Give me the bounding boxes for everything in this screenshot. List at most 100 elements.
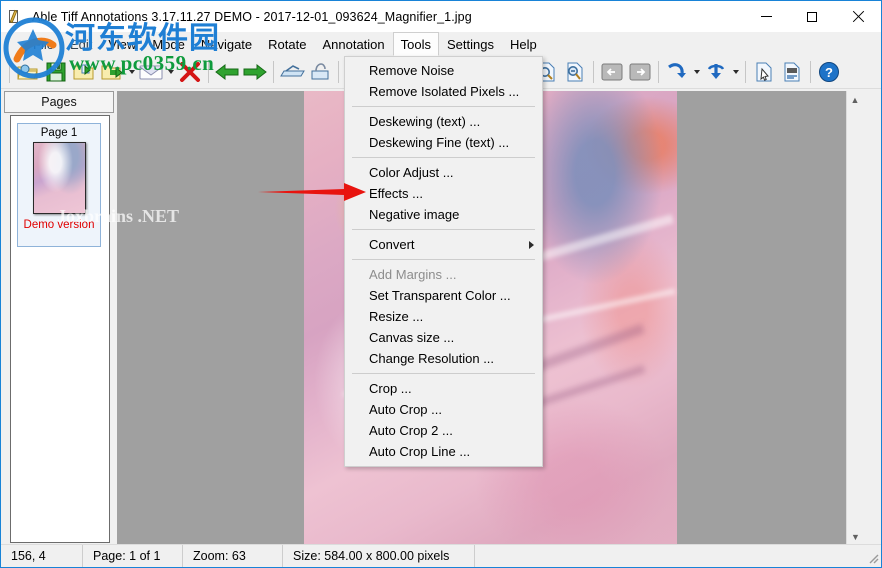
menu-view[interactable]: View [100,32,144,56]
email-dropdown-arrow[interactable] [165,58,176,86]
menu-tools[interactable]: Tools [393,32,439,56]
flip-button[interactable] [702,58,730,86]
previous-page-button[interactable] [213,58,241,86]
maximize-button[interactable] [789,1,835,32]
menu-bar: File Edit View Mode Navigate Rotate Anno… [1,32,881,56]
submenu-chevron-right-icon [529,241,534,249]
status-zoom: Zoom: 63 [183,545,283,567]
menu-item-add-margins: Add Margins ... [345,264,542,285]
open-folder-button[interactable] [70,58,98,86]
title-bar: Able Tiff Annotations 3.17.11.27 DEMO - … [1,1,881,32]
minimize-button[interactable] [743,1,789,32]
menu-item-auto-crop[interactable]: Auto Crop ... [345,399,542,420]
status-coordinates: 156, 4 [1,545,83,567]
zoom-out-page-icon [565,62,585,82]
scrollbar-track[interactable] [847,108,863,528]
nav-back-button[interactable] [598,58,626,86]
menu-item-resize[interactable]: Resize ... [345,306,542,327]
status-page: Page: 1 of 1 [83,545,183,567]
page-thumbnail-label: Page 1 [41,127,77,139]
close-button[interactable] [835,1,881,32]
save-icon [46,62,66,82]
save-button[interactable] [42,58,70,86]
menu-item-deskewing-fine-text[interactable]: Deskewing Fine (text) ... [345,132,542,153]
tiff-annotations-app-icon [9,9,25,25]
flip-dropdown-arrow[interactable] [730,58,741,86]
nav-forward-button[interactable] [626,58,654,86]
toolbar-separator [810,61,811,83]
toolbar-separator [208,61,209,83]
export-button[interactable] [98,58,126,86]
scanner-source-icon [310,62,330,82]
menu-settings[interactable]: Settings [439,32,502,56]
toolbar-separator [338,61,339,83]
next-page-button[interactable] [241,58,269,86]
demo-version-label: Demo version [24,219,95,231]
help-button[interactable]: ? [815,58,843,86]
scroll-up-icon[interactable]: ▲ [847,91,863,108]
menu-item-set-transparent-color[interactable]: Set Transparent Color ... [345,285,542,306]
page-thumbnail-image [33,142,86,214]
menu-item-convert-label: Convert [369,237,415,252]
menu-file[interactable]: File [25,32,62,56]
menu-item-deskewing-text[interactable]: Deskewing (text) ... [345,111,542,132]
delete-button[interactable] [176,58,204,86]
status-size: Size: 584.00 x 800.00 pixels [283,545,475,567]
rotate-dropdown-arrow[interactable] [691,58,702,86]
nav-forward-icon [629,62,651,82]
menu-separator [352,157,535,158]
page-thumbnail-item[interactable]: Page 1 Demo version [17,123,101,247]
nav-back-icon [601,62,623,82]
open-file-icon [17,62,39,82]
export-dropdown-arrow[interactable] [126,58,137,86]
menu-item-remove-noise[interactable]: Remove Noise [345,60,542,81]
vertical-scrollbar[interactable]: ▲ ▼ [846,91,863,545]
menu-item-change-resolution[interactable]: Change Resolution ... [345,348,542,369]
menu-item-color-adjust[interactable]: Color Adjust ... [345,162,542,183]
select-region-button[interactable] [750,58,778,86]
select-region-icon [754,62,774,82]
next-green-arrow-icon [243,62,267,82]
menu-item-negative-image[interactable]: Negative image [345,204,542,225]
window-controls [743,1,881,32]
resize-grip-icon[interactable] [865,550,879,564]
menu-item-effects[interactable]: Effects ... [345,183,542,204]
menu-item-convert[interactable]: Convert [345,234,542,255]
menu-item-crop[interactable]: Crop ... [345,378,542,399]
scroll-down-icon[interactable]: ▼ [847,528,863,545]
zoom-out-button[interactable] [561,58,589,86]
scanner-source-button[interactable] [306,58,334,86]
pages-panel-header: Pages [4,91,114,113]
rotate-right-button[interactable] [663,58,691,86]
close-icon [852,11,864,23]
ocr-button[interactable] [778,58,806,86]
menu-item-canvas-size[interactable]: Canvas size ... [345,327,542,348]
menu-edit[interactable]: Edit [62,32,100,56]
status-bar: 156, 4 Page: 1 of 1 Zoom: 63 Size: 584.0… [1,544,881,566]
menu-annotation[interactable]: Annotation [314,32,392,56]
ocr-icon [782,62,802,82]
toolbar-separator [658,61,659,83]
pages-list[interactable]: Page 1 Demo version [10,115,110,543]
menu-item-auto-crop-2[interactable]: Auto Crop 2 ... [345,420,542,441]
menu-rotate[interactable]: Rotate [260,32,314,56]
pages-panel: Pages Page 1 Demo version [4,91,114,545]
menu-item-auto-crop-line[interactable]: Auto Crop Line ... [345,441,542,462]
email-button[interactable] [137,58,165,86]
scan-icon [279,63,305,81]
menu-navigate[interactable]: Navigate [193,32,260,56]
rotate-right-icon [666,62,688,82]
menu-help[interactable]: Help [502,32,545,56]
scan-button[interactable] [278,58,306,86]
menu-item-remove-isolated-pixels[interactable]: Remove Isolated Pixels ... [345,81,542,102]
open-file-button[interactable] [14,58,42,86]
toolbar-separator [745,61,746,83]
export-icon [101,62,123,82]
help-icon: ? [818,61,840,83]
maximize-icon [807,12,817,22]
toolbar-separator [273,61,274,83]
menu-mode[interactable]: Mode [144,32,193,56]
email-icon [139,63,163,81]
status-spacer [475,545,881,567]
menu-separator [352,259,535,260]
